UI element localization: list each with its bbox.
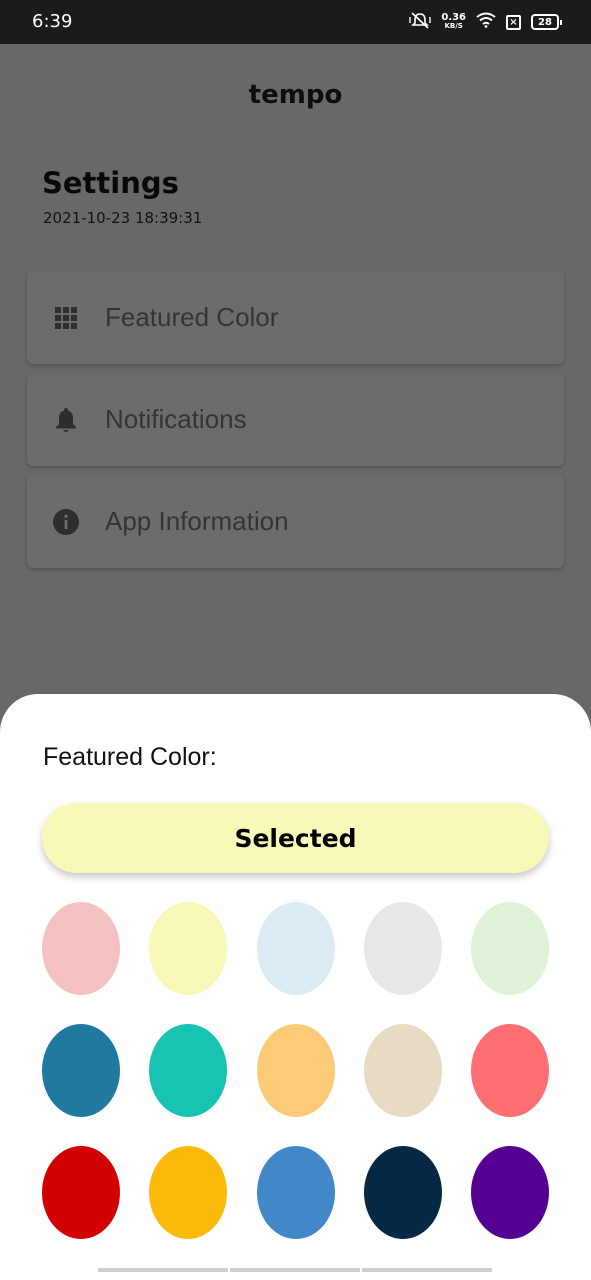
nav-segment — [362, 1268, 492, 1272]
selected-color-button[interactable]: Selected — [42, 803, 549, 873]
app-title: tempo — [248, 80, 343, 110]
color-swatch[interactable] — [471, 1146, 549, 1239]
grid-icon — [27, 306, 105, 330]
network-speed-value: 0.36 — [441, 12, 466, 23]
color-swatch[interactable] — [363, 1024, 442, 1117]
status-icons: 0.36 KB/S × 28 — [409, 11, 562, 33]
nav-segment — [230, 1268, 360, 1272]
status-bar: 6:39 0.36 KB/S × 28 — [0, 0, 591, 44]
color-swatch[interactable] — [471, 902, 549, 995]
page-timestamp: 2021-10-23 18:39:31 — [43, 209, 203, 227]
mute-vibrate-icon — [409, 11, 432, 33]
color-swatch[interactable] — [42, 1024, 120, 1117]
color-swatch[interactable] — [149, 1146, 228, 1239]
settings-list: Featured Color Notifications App Informa… — [27, 271, 564, 577]
settings-item-label: Featured Color — [105, 302, 279, 332]
settings-item-label: Notifications — [105, 404, 247, 434]
color-swatch[interactable] — [471, 1024, 549, 1117]
color-swatch[interactable] — [149, 902, 228, 995]
settings-item-app-information[interactable]: App Information — [27, 475, 564, 568]
settings-item-label: App Information — [105, 506, 289, 536]
color-swatch-grid — [42, 902, 549, 1239]
page-title: Settings — [42, 166, 179, 200]
sim-off-icon: × — [506, 14, 521, 30]
network-speed: 0.36 KB/S — [441, 13, 466, 31]
color-swatch[interactable] — [363, 902, 442, 995]
sheet-title: Featured Color: — [43, 743, 217, 771]
settings-item-featured-color[interactable]: Featured Color — [27, 271, 564, 364]
gesture-nav-bar — [98, 1268, 492, 1272]
info-icon — [27, 508, 105, 536]
color-swatch[interactable] — [149, 1024, 228, 1117]
color-swatch[interactable] — [256, 902, 335, 995]
status-time: 6:39 — [32, 11, 73, 32]
settings-item-notifications[interactable]: Notifications — [27, 373, 564, 466]
network-speed-unit: KB/S — [444, 22, 463, 30]
featured-color-sheet: Featured Color: Selected — [0, 694, 591, 1280]
nav-segment — [98, 1268, 228, 1272]
color-swatch[interactable] — [42, 902, 120, 995]
color-swatch[interactable] — [363, 1146, 442, 1239]
wifi-icon — [476, 12, 496, 32]
color-swatch[interactable] — [256, 1024, 335, 1117]
bell-icon — [27, 406, 105, 434]
color-swatch[interactable] — [42, 1146, 120, 1239]
battery-icon: 28 — [531, 14, 562, 30]
color-swatch[interactable] — [256, 1146, 335, 1239]
